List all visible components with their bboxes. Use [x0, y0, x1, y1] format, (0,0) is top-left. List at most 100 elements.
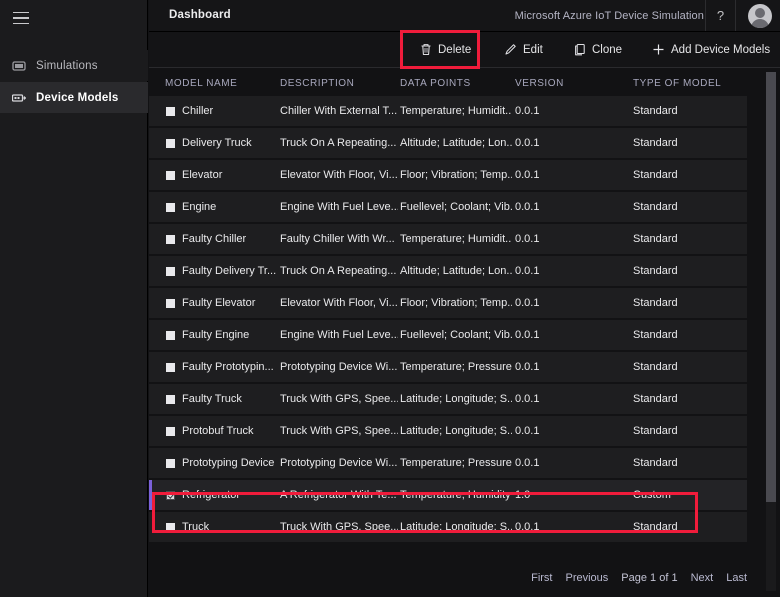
cell-data-points: Latitude; Longitude; S... [400, 425, 512, 437]
row-checkbox[interactable] [166, 267, 175, 276]
cell-type-of-model: Standard [633, 425, 678, 437]
table-row[interactable]: Prototyping Device Prototyping Device Wi.… [149, 448, 747, 478]
column-header-version: VERSION [515, 78, 564, 89]
cell-model-name: Faulty Truck [182, 393, 242, 405]
row-checkbox[interactable] [166, 491, 175, 500]
vertical-scrollbar-thumb[interactable] [766, 72, 776, 502]
cell-data-points: Temperature; Humidity [400, 489, 511, 501]
avatar[interactable] [748, 4, 772, 28]
delete-button-label: Delete [438, 43, 472, 56]
cell-model-name: Faulty Delivery Tr... [182, 265, 277, 277]
pagination-previous[interactable]: Previous [566, 572, 609, 584]
cell-version: 0.0.1 [515, 201, 540, 213]
cell-description: Elevator With Floor, Vi... [280, 297, 398, 309]
pagination-page-info: Page 1 of 1 [621, 572, 678, 584]
cell-description: A Refrigerator With Te... [280, 489, 397, 501]
table-row[interactable]: Chiller Chiller With External T... Tempera… [149, 96, 747, 126]
cell-description: Prototyping Device Wi... [280, 457, 398, 469]
cell-data-points: Floor; Vibration; Temp... [400, 169, 512, 181]
monitor-icon [12, 59, 26, 73]
cell-description: Prototyping Device Wi... [280, 361, 398, 373]
cell-type-of-model: Standard [633, 393, 678, 405]
cell-model-name: Refrigerator [182, 489, 241, 501]
cell-version: 0.0.1 [515, 105, 540, 117]
row-checkbox[interactable] [166, 171, 175, 180]
column-header-type: TYPE OF MODEL [633, 78, 722, 89]
cell-type-of-model: Standard [633, 329, 678, 341]
row-checkbox[interactable] [166, 235, 175, 244]
row-checkbox[interactable] [166, 203, 175, 212]
table-row[interactable]: Faulty Prototypin... Prototyping Device W… [149, 352, 747, 382]
clone-button[interactable]: Clone [573, 32, 622, 67]
table-row[interactable]: Truck Truck With GPS, Spee... Latitude; Lo… [149, 512, 747, 542]
app-window: Simulations Device Models Dashboard Micr… [0, 0, 780, 597]
cell-type-of-model: Standard [633, 137, 678, 149]
cell-type-of-model: Standard [633, 297, 678, 309]
table-row[interactable]: Engine Engine With Fuel Leve... Fuellevel;… [149, 192, 747, 222]
pencil-icon [504, 43, 517, 56]
table-row[interactable]: Faulty Engine Engine With Fuel Leve... Fue… [149, 320, 747, 350]
table-row[interactable]: Elevator Elevator With Floor, Vi... Floor;… [149, 160, 747, 190]
avatar-body [751, 19, 769, 28]
table-row[interactable]: Delivery Truck Truck On A Repeating... Alt… [149, 128, 747, 158]
clone-button-label: Clone [592, 43, 623, 56]
cell-version: 0.0.1 [515, 521, 540, 533]
pagination: First Previous Page 1 of 1 Next Last [531, 572, 747, 584]
row-checkbox[interactable] [166, 139, 175, 148]
cell-type-of-model: Standard [633, 265, 678, 277]
cell-data-points: Altitude; Latitude; Lon... [400, 137, 512, 149]
cell-version: 0.0.1 [515, 137, 540, 149]
row-checkbox[interactable] [166, 299, 175, 308]
pagination-last[interactable]: Last [726, 572, 747, 584]
row-checkbox[interactable] [166, 427, 175, 436]
app-name: Microsoft Azure IoT Device Simulation [514, 10, 704, 22]
row-checkbox[interactable] [166, 523, 175, 532]
edit-button[interactable]: Edit [504, 32, 543, 67]
add-device-models-button[interactable]: Add Device Models [652, 32, 770, 67]
table-row[interactable]: Protobuf Truck Truck With GPS, Spee... Lat… [149, 416, 747, 446]
table-row[interactable]: Faulty Delivery Tr... Truck On A Repeatin… [149, 256, 747, 286]
cell-data-points: Temperature; Pressure... [400, 361, 512, 373]
cell-description: Chiller With External T... [280, 105, 398, 117]
row-checkbox[interactable] [166, 331, 175, 340]
cell-model-name: Truck [182, 521, 210, 533]
table-row[interactable]: Refrigerator A Refrigerator With Te... Tem… [149, 480, 747, 510]
cell-model-name: Prototyping Device [182, 457, 275, 469]
table-row[interactable]: Faulty Elevator Elevator With Floor, Vi..… [149, 288, 747, 318]
cell-version: 0.0.1 [515, 393, 540, 405]
add-device-models-label: Add Device Models [671, 43, 771, 56]
cell-type-of-model: Standard [633, 457, 678, 469]
help-button[interactable]: ? [705, 0, 736, 31]
row-selection-indicator [149, 160, 152, 190]
cell-model-name: Faulty Chiller [182, 233, 247, 245]
cell-description: Truck On A Repeating... [280, 137, 397, 149]
pagination-next[interactable]: Next [691, 572, 714, 584]
row-checkbox[interactable] [166, 395, 175, 404]
pagination-first[interactable]: First [531, 572, 552, 584]
row-selection-indicator [149, 256, 152, 286]
sidebar-item-simulations[interactable]: Simulations [0, 50, 148, 81]
toolbar: Delete Edit Clone Add Device Models [149, 32, 780, 68]
plus-icon [652, 43, 665, 56]
cell-version: 0.0.1 [515, 425, 540, 437]
sidebar-item-label: Device Models [36, 91, 119, 104]
table-row[interactable]: Faulty Truck Truck With GPS, Spee... Latit… [149, 384, 747, 414]
hamburger-icon[interactable] [10, 8, 36, 28]
table-row[interactable]: Faulty Chiller Faulty Chiller With Wr... T… [149, 224, 747, 254]
cell-version: 0.0.1 [515, 265, 540, 277]
row-selection-indicator [149, 96, 152, 126]
row-selection-indicator [149, 480, 152, 510]
row-checkbox[interactable] [166, 107, 175, 116]
cell-version: 0.0.1 [515, 297, 540, 309]
row-checkbox[interactable] [166, 459, 175, 468]
cell-type-of-model: Standard [633, 521, 678, 533]
cell-data-points: Temperature; Humidit... [400, 233, 512, 245]
cell-type-of-model: Standard [633, 169, 678, 181]
row-checkbox[interactable] [166, 363, 175, 372]
sidebar-item-device-models[interactable]: Device Models [0, 82, 148, 113]
cell-description: Engine With Fuel Leve... [280, 329, 398, 341]
cell-model-name: Faulty Elevator [182, 297, 256, 309]
row-selection-indicator [149, 128, 152, 158]
delete-button[interactable]: Delete [419, 32, 471, 67]
cell-model-name: Protobuf Truck [182, 425, 254, 437]
